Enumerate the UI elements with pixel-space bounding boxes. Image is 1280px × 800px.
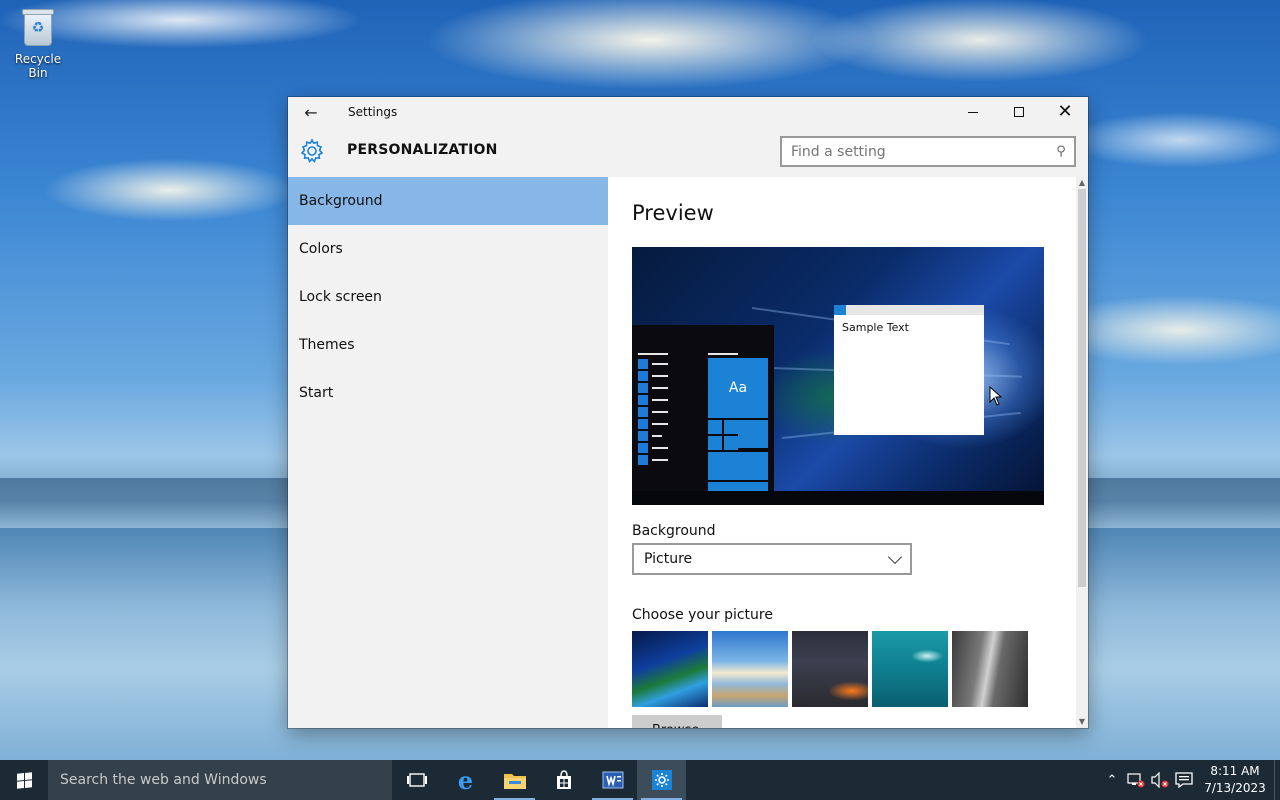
choose-picture-label: Choose your picture [632,607,773,623]
network-disconnected-icon [1127,773,1145,788]
background-type-dropdown[interactable]: Picture [632,543,912,575]
settings-header: PERSONALIZATION ⚲ [288,127,1088,177]
nav-item-colors[interactable]: Colors [288,225,608,273]
maximize-button[interactable] [996,97,1042,127]
settings-window: ← Settings ✕ PERSONALIZATION ⚲ Backgroun… [288,97,1088,728]
nav-item-label: Background [299,193,383,209]
back-arrow-icon: ← [304,102,318,122]
nav-item-background[interactable]: Background [288,177,608,225]
store-button[interactable] [539,760,588,800]
scrollbar-thumb[interactable] [1078,189,1086,587]
back-button[interactable]: ← [288,97,334,127]
volume-muted-icon [1151,772,1169,788]
picture-thumbnail-beach[interactable] [712,631,788,707]
picture-thumbnail-underwater[interactable] [872,631,948,707]
picture-thumbnail-windows[interactable] [632,631,708,707]
task-view-icon [406,773,427,787]
maximize-icon [1014,107,1024,117]
windows-logo-icon [16,771,32,789]
nav-item-label: Colors [299,241,343,257]
action-center-icon [1175,772,1193,788]
nav-item-themes[interactable]: Themes [288,321,608,369]
browse-button[interactable]: Browse [632,715,722,728]
taskbar: Search the web and Windows e ⌃ 8:11 AM 7… [0,760,1280,800]
scroll-down-icon[interactable]: ▼ [1076,716,1088,728]
taskbar-search-box[interactable]: Search the web and Windows [48,760,392,800]
background-type-value: Picture [644,551,693,567]
show-desktop-button[interactable] [1274,760,1280,800]
window-title: Settings [348,105,398,119]
edge-button[interactable]: e [441,760,490,800]
chevron-up-icon: ⌃ [1106,772,1118,788]
action-center-button[interactable] [1172,760,1196,800]
picture-thumbnails [632,631,1028,707]
taskbar-search-placeholder: Search the web and Windows [60,772,267,788]
section-title: PERSONALIZATION [347,142,498,158]
gear-icon [300,138,324,163]
preview-sample-window: Sample Text [834,305,984,435]
close-icon: ✕ [1057,101,1073,122]
desktop-preview: Aa Sample Text [632,247,1044,505]
picture-thumbnail-rock[interactable] [952,631,1028,707]
preview-taskbar [632,491,1044,505]
settings-icon [651,770,672,790]
content-scrollbar[interactable]: ▲ ▼ [1076,177,1088,728]
recycle-bin-icon: ♻ [20,6,56,48]
task-view-button[interactable] [392,760,441,800]
minimize-button[interactable] [950,97,996,127]
nav-item-start[interactable]: Start [288,369,608,417]
recycle-bin-shortcut[interactable]: ♻ Recycle Bin [4,6,72,80]
title-bar: ← Settings ✕ [288,97,1088,127]
start-button[interactable] [0,760,48,800]
window-controls: ✕ [950,97,1088,127]
close-button[interactable]: ✕ [1042,97,1088,127]
find-setting-box: ⚲ [780,136,1076,167]
store-icon [556,770,571,789]
find-setting-input[interactable] [782,138,1048,165]
clock-date: 7/13/2023 [1204,781,1266,795]
file-explorer-icon [503,774,526,789]
picture-thumbnail-night-sky[interactable] [792,631,868,707]
clock-time: 8:11 AM [1210,764,1260,778]
volume-button[interactable] [1148,760,1172,800]
nav-item-lock-screen[interactable]: Lock screen [288,273,608,321]
edge-icon: e [457,765,474,795]
recycle-bin-label: Recycle Bin [14,52,62,80]
file-explorer-button[interactable] [490,760,539,800]
preview-sample-text: Sample Text [842,321,909,334]
scroll-up-icon[interactable]: ▲ [1076,177,1088,189]
network-button[interactable] [1124,760,1148,800]
preview-heading: Preview [632,201,714,225]
settings-taskbar-button[interactable] [637,760,686,800]
chevron-down-icon [887,549,903,564]
nav-item-label: Lock screen [299,289,382,305]
show-hidden-icons-button[interactable]: ⌃ [1100,760,1124,800]
preview-tile-large: Aa [708,358,768,418]
wordpad-icon [602,771,623,789]
system-tray: ⌃ 8:11 AM 7/13/2023 [1100,760,1280,800]
taskbar-clock[interactable]: 8:11 AM 7/13/2023 [1196,763,1274,797]
wordpad-button[interactable] [588,760,637,800]
search-icon[interactable]: ⚲ [1048,144,1074,159]
nav-item-label: Start [299,385,334,401]
background-label: Background [632,523,716,539]
nav-item-label: Themes [299,337,355,353]
background-settings-pane: Preview Aa Sample Text Background Pictur… [608,177,1076,728]
mouse-cursor-icon [989,386,1003,406]
settings-nav: Background Colors Lock screen Themes Sta… [288,177,608,728]
minimize-icon [968,111,978,113]
